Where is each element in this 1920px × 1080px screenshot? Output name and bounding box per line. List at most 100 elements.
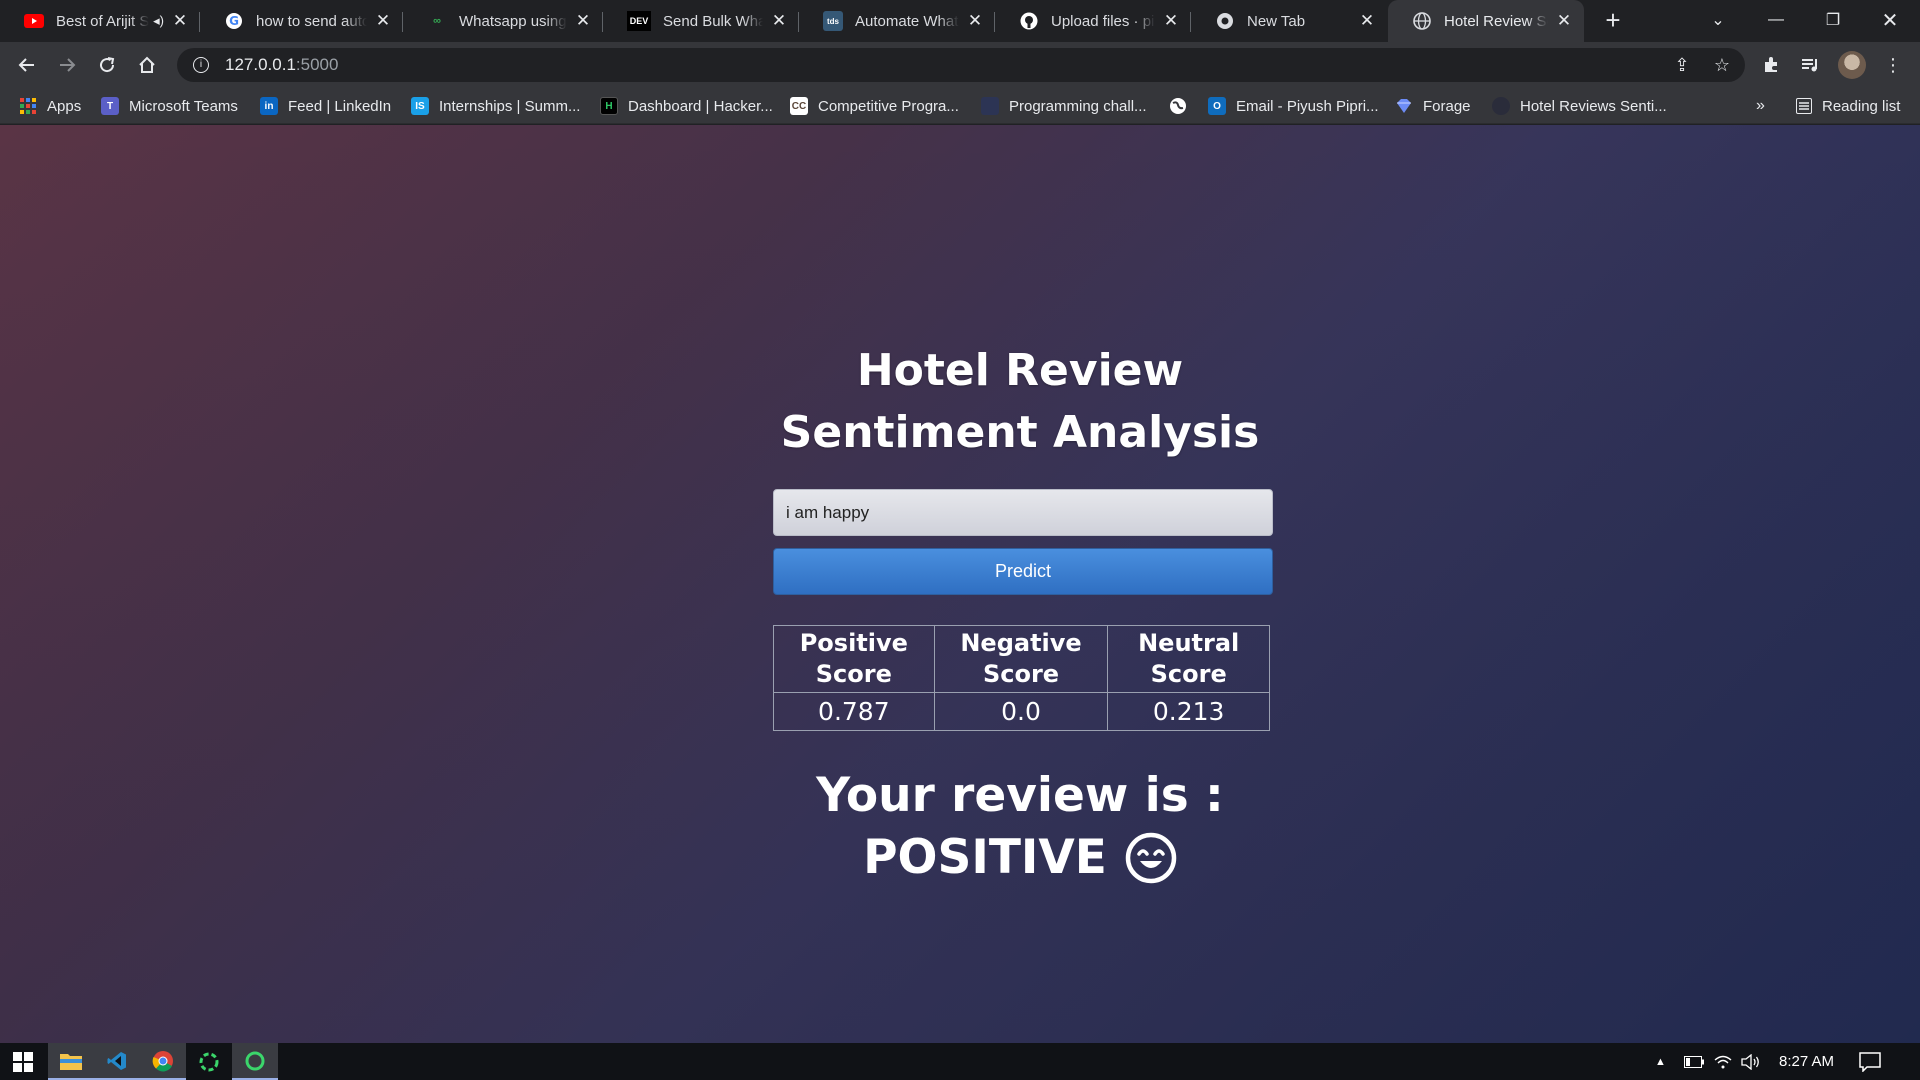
bookmarks-bar: Apps T Microsoft Teams in Feed | LinkedI… [0,88,1920,124]
close-tab-icon[interactable]: ✕ [965,11,985,31]
close-tab-icon[interactable]: ✕ [1554,11,1574,31]
dev-icon: DEV [627,11,651,31]
whatsapp-icon: ∞ [433,15,441,27]
reading-list-button[interactable]: Reading list [1796,95,1900,117]
bookmark-hotel-reviews[interactable]: Hotel Reviews Senti... [1492,95,1667,117]
chrome-icon[interactable] [140,1043,186,1080]
positive-score-value: 0.787 [773,692,935,731]
file-explorer-icon[interactable] [48,1043,94,1080]
chrome-icon [1215,11,1235,31]
predict-button[interactable]: Predict [773,548,1273,595]
bookmark-linkedin[interactable]: in Feed | LinkedIn [260,95,391,117]
more-bookmarks-chevron-icon[interactable]: » [1756,95,1765,117]
reading-list-icon [1796,98,1812,114]
negative-score-header: Negative Score [933,625,1109,693]
close-tab-icon[interactable]: ✕ [170,11,190,31]
tab-upload-files[interactable]: Upload files · piyush ✕ [995,0,1191,42]
minimize-icon[interactable]: — [1748,0,1804,40]
tab-automate-whatsapp[interactable]: tds Automate WhatsApp ✕ [799,0,995,42]
page-background: Hotel Review Sentiment Analysis Predict … [0,125,1920,1043]
bookmark-codechef[interactable]: CC Competitive Progra... [790,95,959,117]
scores-value-row: 0.787 0.0 0.213 [773,692,1270,731]
bookmark-globe[interactable] [1169,95,1197,117]
tab-new-tab[interactable]: New Tab ✕ [1191,0,1387,42]
wifi-icon[interactable] [1714,1043,1732,1080]
globe-icon [1169,97,1187,115]
review-input[interactable] [773,489,1273,536]
scores-header-row: Positive Score Negative Score Neutral Sc… [773,625,1270,693]
profile-avatar[interactable] [1838,51,1866,79]
address-bar[interactable]: i 127.0.0.1:5000 ⇪ ☆ [177,48,1745,82]
result-heading: Your review is : POSITIVE [660,765,1380,889]
bookmark-forage[interactable]: Forage [1395,95,1471,117]
reload-icon [100,57,115,73]
browser-toolbar: i 127.0.0.1:5000 ⇪ ☆ ⋮ [0,42,1920,88]
linkedin-icon: in [260,97,278,115]
scores-table: Positive Score Negative Score Neutral Sc… [773,625,1270,731]
globe-icon [1492,97,1510,115]
tab-strip: Best of Arijit Singh ◂) ✕ G how to send … [0,0,1920,42]
internshala-icon: IS [411,97,429,115]
close-window-icon[interactable]: ✕ [1862,0,1918,40]
tab-best-of-arijit[interactable]: Best of Arijit Singh ◂) ✕ [0,0,200,42]
restore-icon[interactable]: ❐ [1805,0,1861,40]
close-tab-icon[interactable]: ✕ [373,11,393,31]
negative-score-value: 0.0 [933,692,1109,731]
close-tab-icon[interactable]: ✕ [1357,11,1377,31]
reload-button[interactable] [91,49,123,81]
codechef-icon: CC [790,97,808,115]
smiley-icon [1125,832,1177,884]
battery-icon[interactable] [1684,1043,1704,1080]
forward-button[interactable] [51,49,83,81]
bookmark-internshala[interactable]: IS Internships | Summ... [411,95,580,117]
bookmark-microsoft-teams[interactable]: T Microsoft Teams [101,95,238,117]
tab-send-bulk[interactable]: DEV Send Bulk WhatsApp ✕ [603,0,799,42]
bookmark-apps[interactable]: Apps [19,95,81,117]
forward-arrow-icon [60,58,76,72]
close-tab-icon[interactable]: ✕ [573,11,593,31]
volume-icon[interactable] [1741,1043,1761,1080]
sentiment-app: Hotel Review Sentiment Analysis Predict … [0,125,1920,1043]
neutral-score-value: 0.213 [1107,692,1270,731]
more-menu-icon[interactable]: ⋮ [1877,49,1909,81]
hackerrank-icon: H [600,97,618,115]
new-tab-button[interactable]: + [1598,6,1628,36]
windows-start-icon[interactable] [0,1043,46,1080]
vscode-icon[interactable] [94,1043,140,1080]
home-button[interactable] [131,49,163,81]
youtube-icon [24,11,44,31]
bookmark-programming-challenges[interactable]: Programming chall... [981,95,1147,117]
result-label: POSITIVE [863,830,1107,885]
tab-whatsapp-using[interactable]: ∞ Whatsapp using Python ✕ [403,0,603,42]
spinner-app-icon[interactable] [186,1043,232,1080]
back-button[interactable] [11,49,43,81]
title-line-2: Sentiment Analysis [780,407,1260,458]
positive-score-header: Positive Score [773,625,935,693]
spinner-app-icon[interactable] [232,1043,278,1080]
bookmark-hackerrank[interactable]: H Dashboard | Hacker... [600,95,773,117]
bookmark-star-icon[interactable]: ☆ [1707,48,1737,82]
audio-playing-icon[interactable]: ◂) [153,13,164,29]
extensions-icon[interactable] [1755,49,1787,81]
hackerearth-icon [981,97,999,115]
bookmark-outlook-email[interactable]: O Email - Piyush Pipri... [1208,95,1379,117]
site-info-icon[interactable]: i [193,57,209,73]
title-line-1: Hotel Review [856,345,1184,396]
notification-center-icon[interactable] [1859,1043,1881,1080]
outlook-icon: O [1208,97,1226,115]
windows-taskbar: ▲ 8:27 AM [0,1043,1920,1080]
taskbar-clock[interactable]: 8:27 AM [1779,1043,1834,1080]
tab-how-to-send[interactable]: G how to send automated ✕ [200,0,403,42]
github-icon [1019,11,1039,31]
back-arrow-icon [18,58,34,72]
close-tab-icon[interactable]: ✕ [1161,11,1181,31]
show-hidden-icons-chevron-icon[interactable]: ▲ [1655,1043,1666,1080]
address-port: :5000 [295,55,339,74]
tab-hotel-review[interactable]: Hotel Review Sentiment ✕ [1388,0,1584,42]
globe-icon [1412,11,1432,31]
tab-search-icon[interactable]: ⌄ [1690,0,1746,40]
media-controls-icon[interactable] [1795,49,1827,81]
page-title: Hotel Review Sentiment Analysis [660,340,1380,464]
close-tab-icon[interactable]: ✕ [769,11,789,31]
share-icon[interactable]: ⇪ [1667,48,1697,82]
